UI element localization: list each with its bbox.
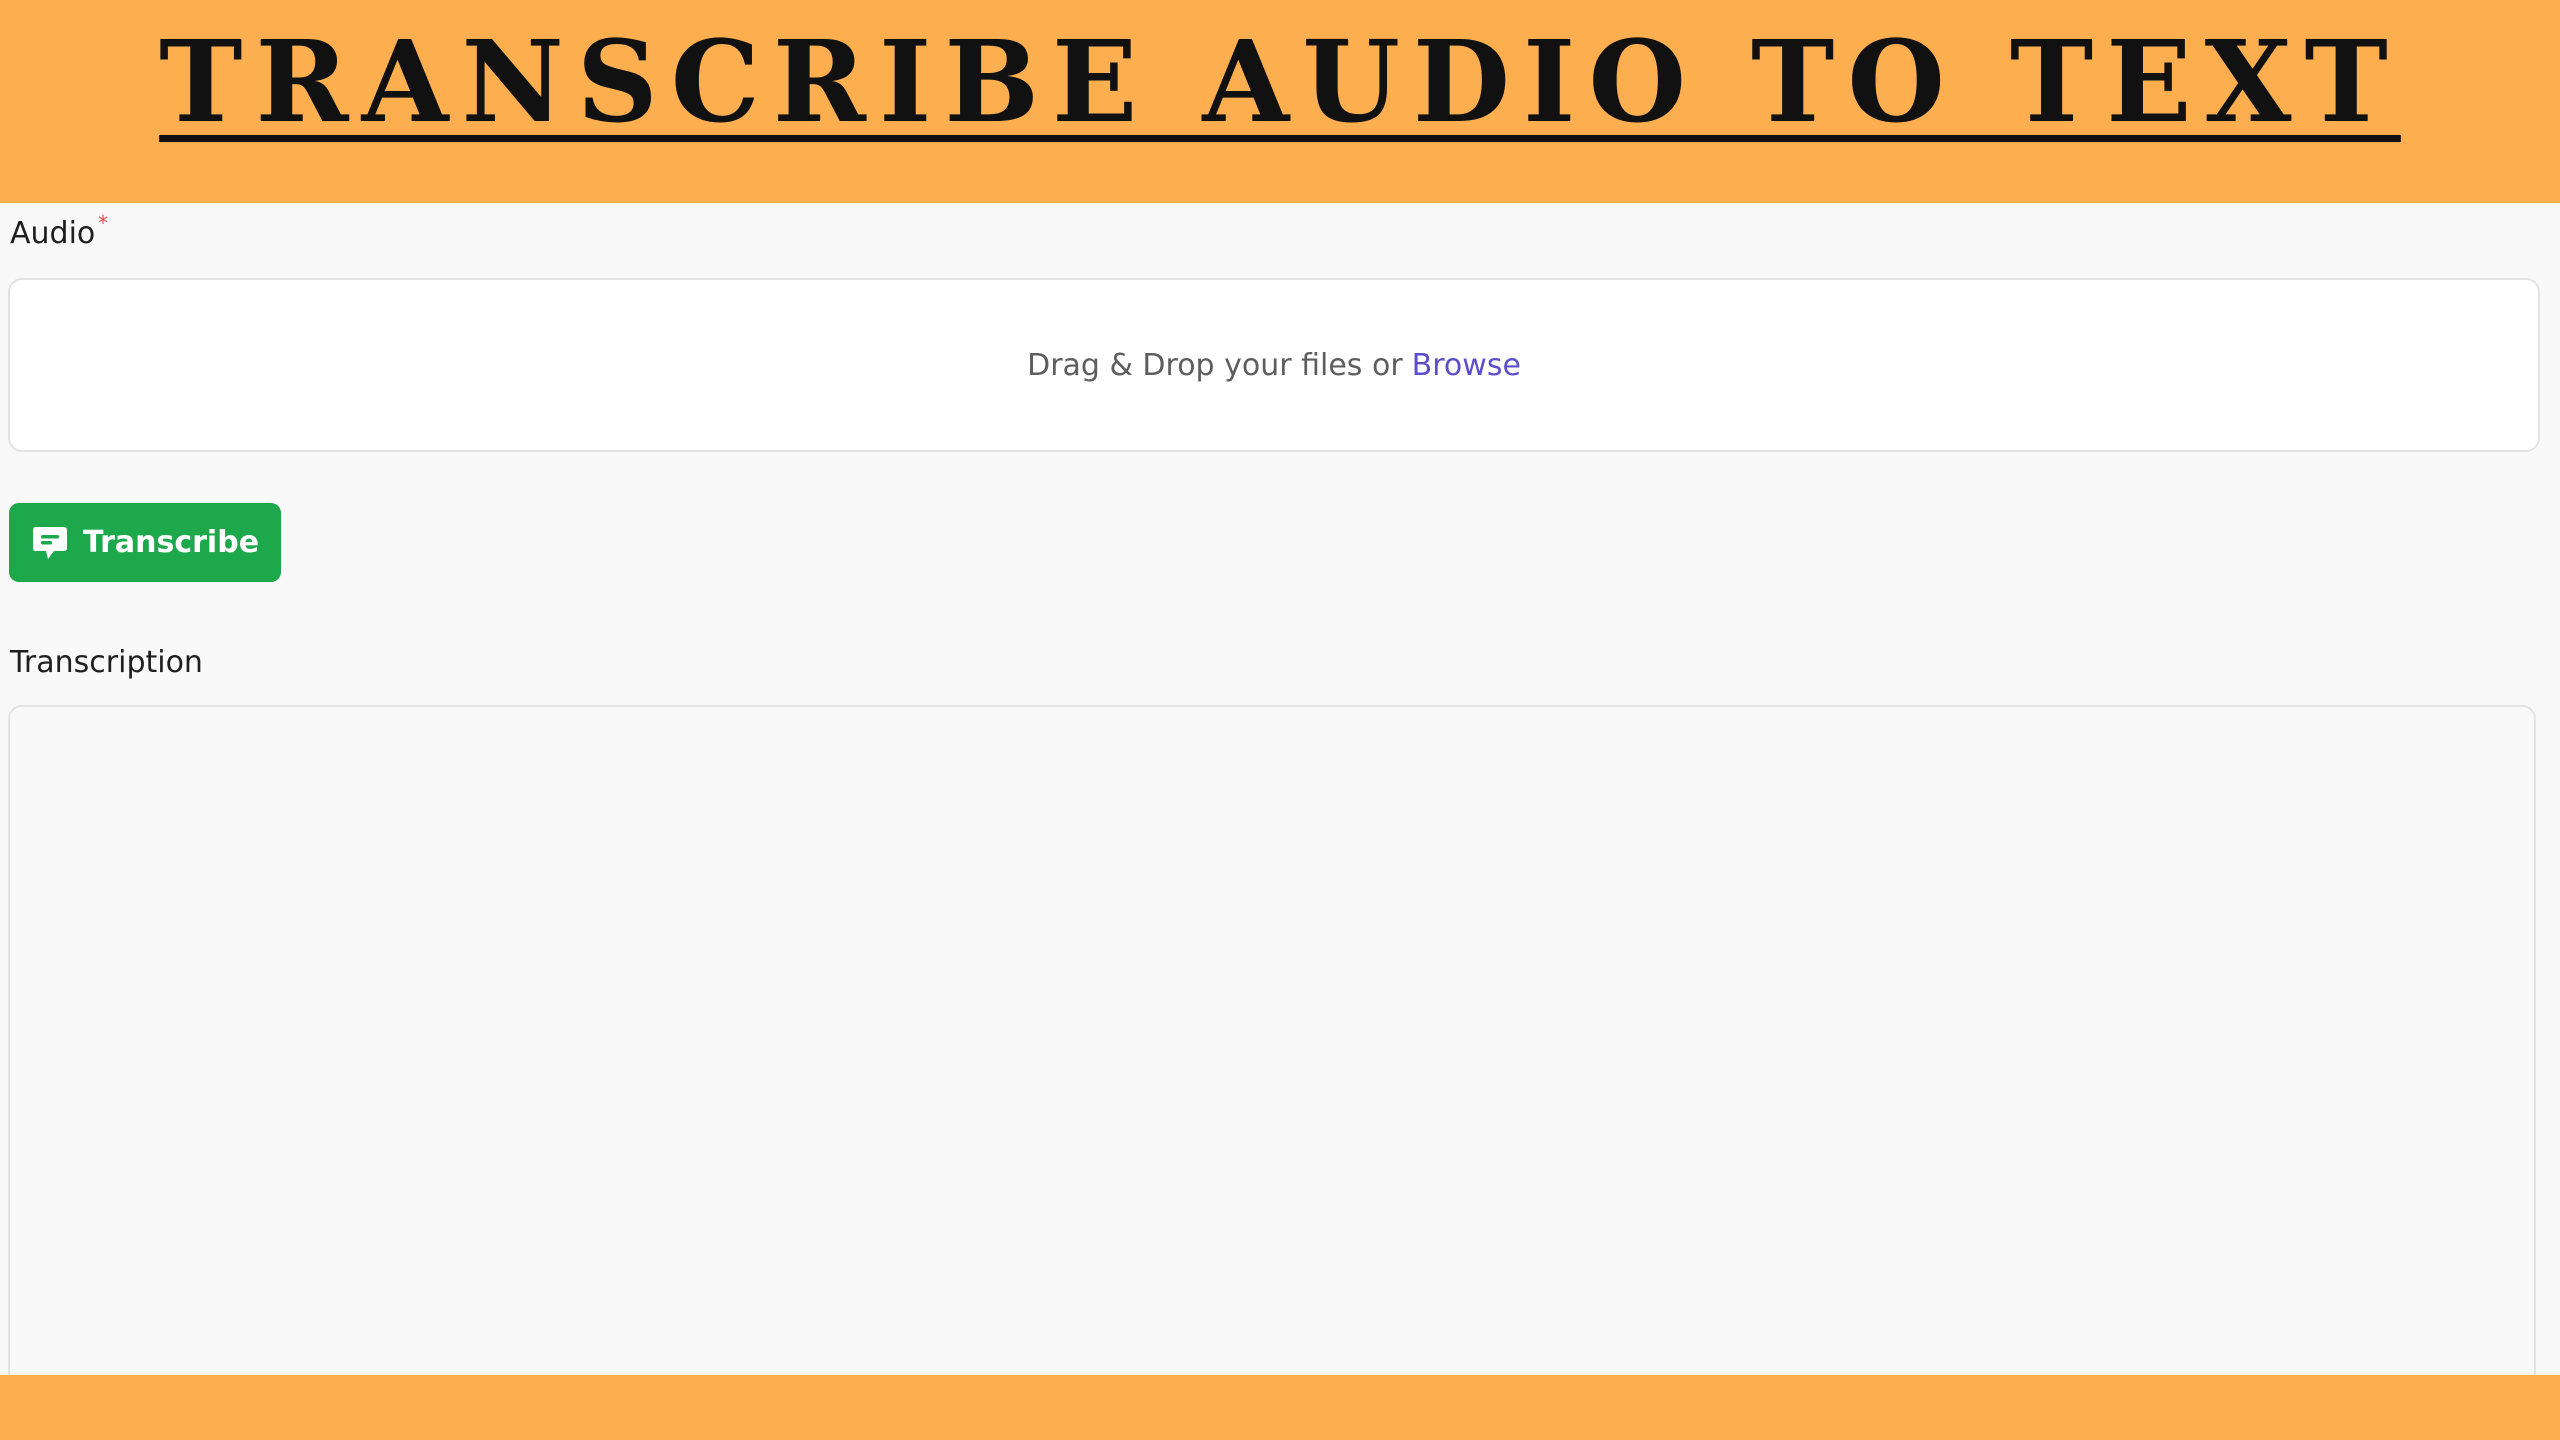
transcribe-button[interactable]: Transcribe	[9, 503, 281, 582]
transcribe-button-label: Transcribe	[82, 525, 260, 560]
transcription-label: Transcription	[10, 645, 203, 680]
audio-dropzone[interactable]: Drag & Drop your files or Browse	[8, 278, 2540, 452]
browse-link[interactable]: Browse	[1412, 348, 1521, 383]
header-banner: TRANSCRIBE AUDIO TO TEXT	[0, 0, 2560, 203]
chat-bubble-icon	[31, 524, 69, 562]
footer-banner	[0, 1375, 2560, 1440]
audio-label: Audio	[10, 216, 96, 251]
transcription-output[interactable]	[8, 705, 2536, 1405]
dropzone-text: Drag & Drop your files or	[1027, 347, 1403, 383]
page-title: TRANSCRIBE AUDIO TO TEXT	[159, 16, 2401, 148]
required-indicator: *	[98, 211, 108, 235]
